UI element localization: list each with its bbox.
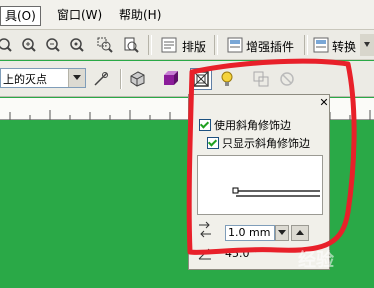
standard-toolbar: 排版 增强插件 转换 (0, 30, 374, 60)
extrude-rotate-icon[interactable] (128, 70, 146, 88)
zoom-icon[interactable] (0, 36, 14, 54)
miter-distance-icon (197, 221, 213, 239)
chevron-down-icon[interactable] (275, 225, 289, 241)
layout-button[interactable]: 排版 (182, 38, 206, 55)
close-icon[interactable]: ✕ (319, 97, 329, 108)
enhance-plugin-button[interactable]: 增强插件 (246, 38, 294, 55)
toolbar-separator (148, 35, 152, 55)
zoom-fit-icon[interactable] (96, 36, 114, 54)
extrude-color-icon[interactable] (162, 70, 180, 88)
copy-vanishing-point-icon[interactable] (92, 70, 110, 88)
zoom-page-icon[interactable] (122, 36, 140, 54)
checkbox-checked-icon (199, 119, 211, 131)
toolbar-overflow-icon[interactable] (360, 34, 374, 56)
zoom-out-icon[interactable] (44, 36, 62, 54)
vanishing-point-select[interactable]: 上的灭点 (0, 68, 86, 88)
clear-extrude-icon[interactable] (278, 70, 296, 88)
menu-help[interactable]: 帮助(H) (116, 6, 164, 24)
lighting-bulb-icon[interactable] (218, 70, 236, 88)
angle-icon (197, 245, 213, 261)
vanishing-point-value: 上的灭点 (3, 73, 47, 86)
toolbar-separator (120, 69, 122, 89)
use-miter-checkbox[interactable]: 使用斜角修饰边 (199, 117, 291, 133)
checkbox-checked-icon (207, 137, 219, 149)
menu-window[interactable]: 窗口(W) (54, 6, 105, 24)
convert-button[interactable]: 转换 (332, 38, 356, 55)
use-miter-label: 使用斜角修饰边 (214, 119, 291, 132)
only-show-miter-checkbox[interactable]: 只显示斜角修饰边 (207, 135, 310, 151)
menu-tools[interactable]: 具(O) (0, 6, 41, 26)
copy-properties-icon[interactable] (252, 70, 270, 88)
bevel-icon[interactable] (190, 68, 212, 90)
toolbar-separator (304, 35, 308, 55)
zoom-selection-icon[interactable] (68, 36, 86, 54)
only-show-miter-label: 只显示斜角修饰边 (222, 137, 310, 150)
bevel-popup: ✕ 使用斜角修饰边 只显示斜角修饰边 1.0 mm 45.0 ° (188, 94, 330, 270)
toolbar-separator (214, 35, 218, 55)
layout-icon (160, 36, 178, 54)
menu-bar: 具(O) 窗口(W) 帮助(H) (0, 0, 374, 30)
spin-up-icon[interactable] (291, 225, 309, 241)
miter-distance-input[interactable]: 1.0 mm (225, 225, 275, 241)
zoom-in-icon[interactable] (20, 36, 38, 54)
angle-input[interactable]: 45.0 ° (221, 247, 265, 263)
plugin-icon (226, 36, 244, 54)
bevel-preview (197, 155, 323, 215)
chevron-down-icon[interactable] (68, 69, 85, 87)
convert-icon (312, 36, 330, 54)
